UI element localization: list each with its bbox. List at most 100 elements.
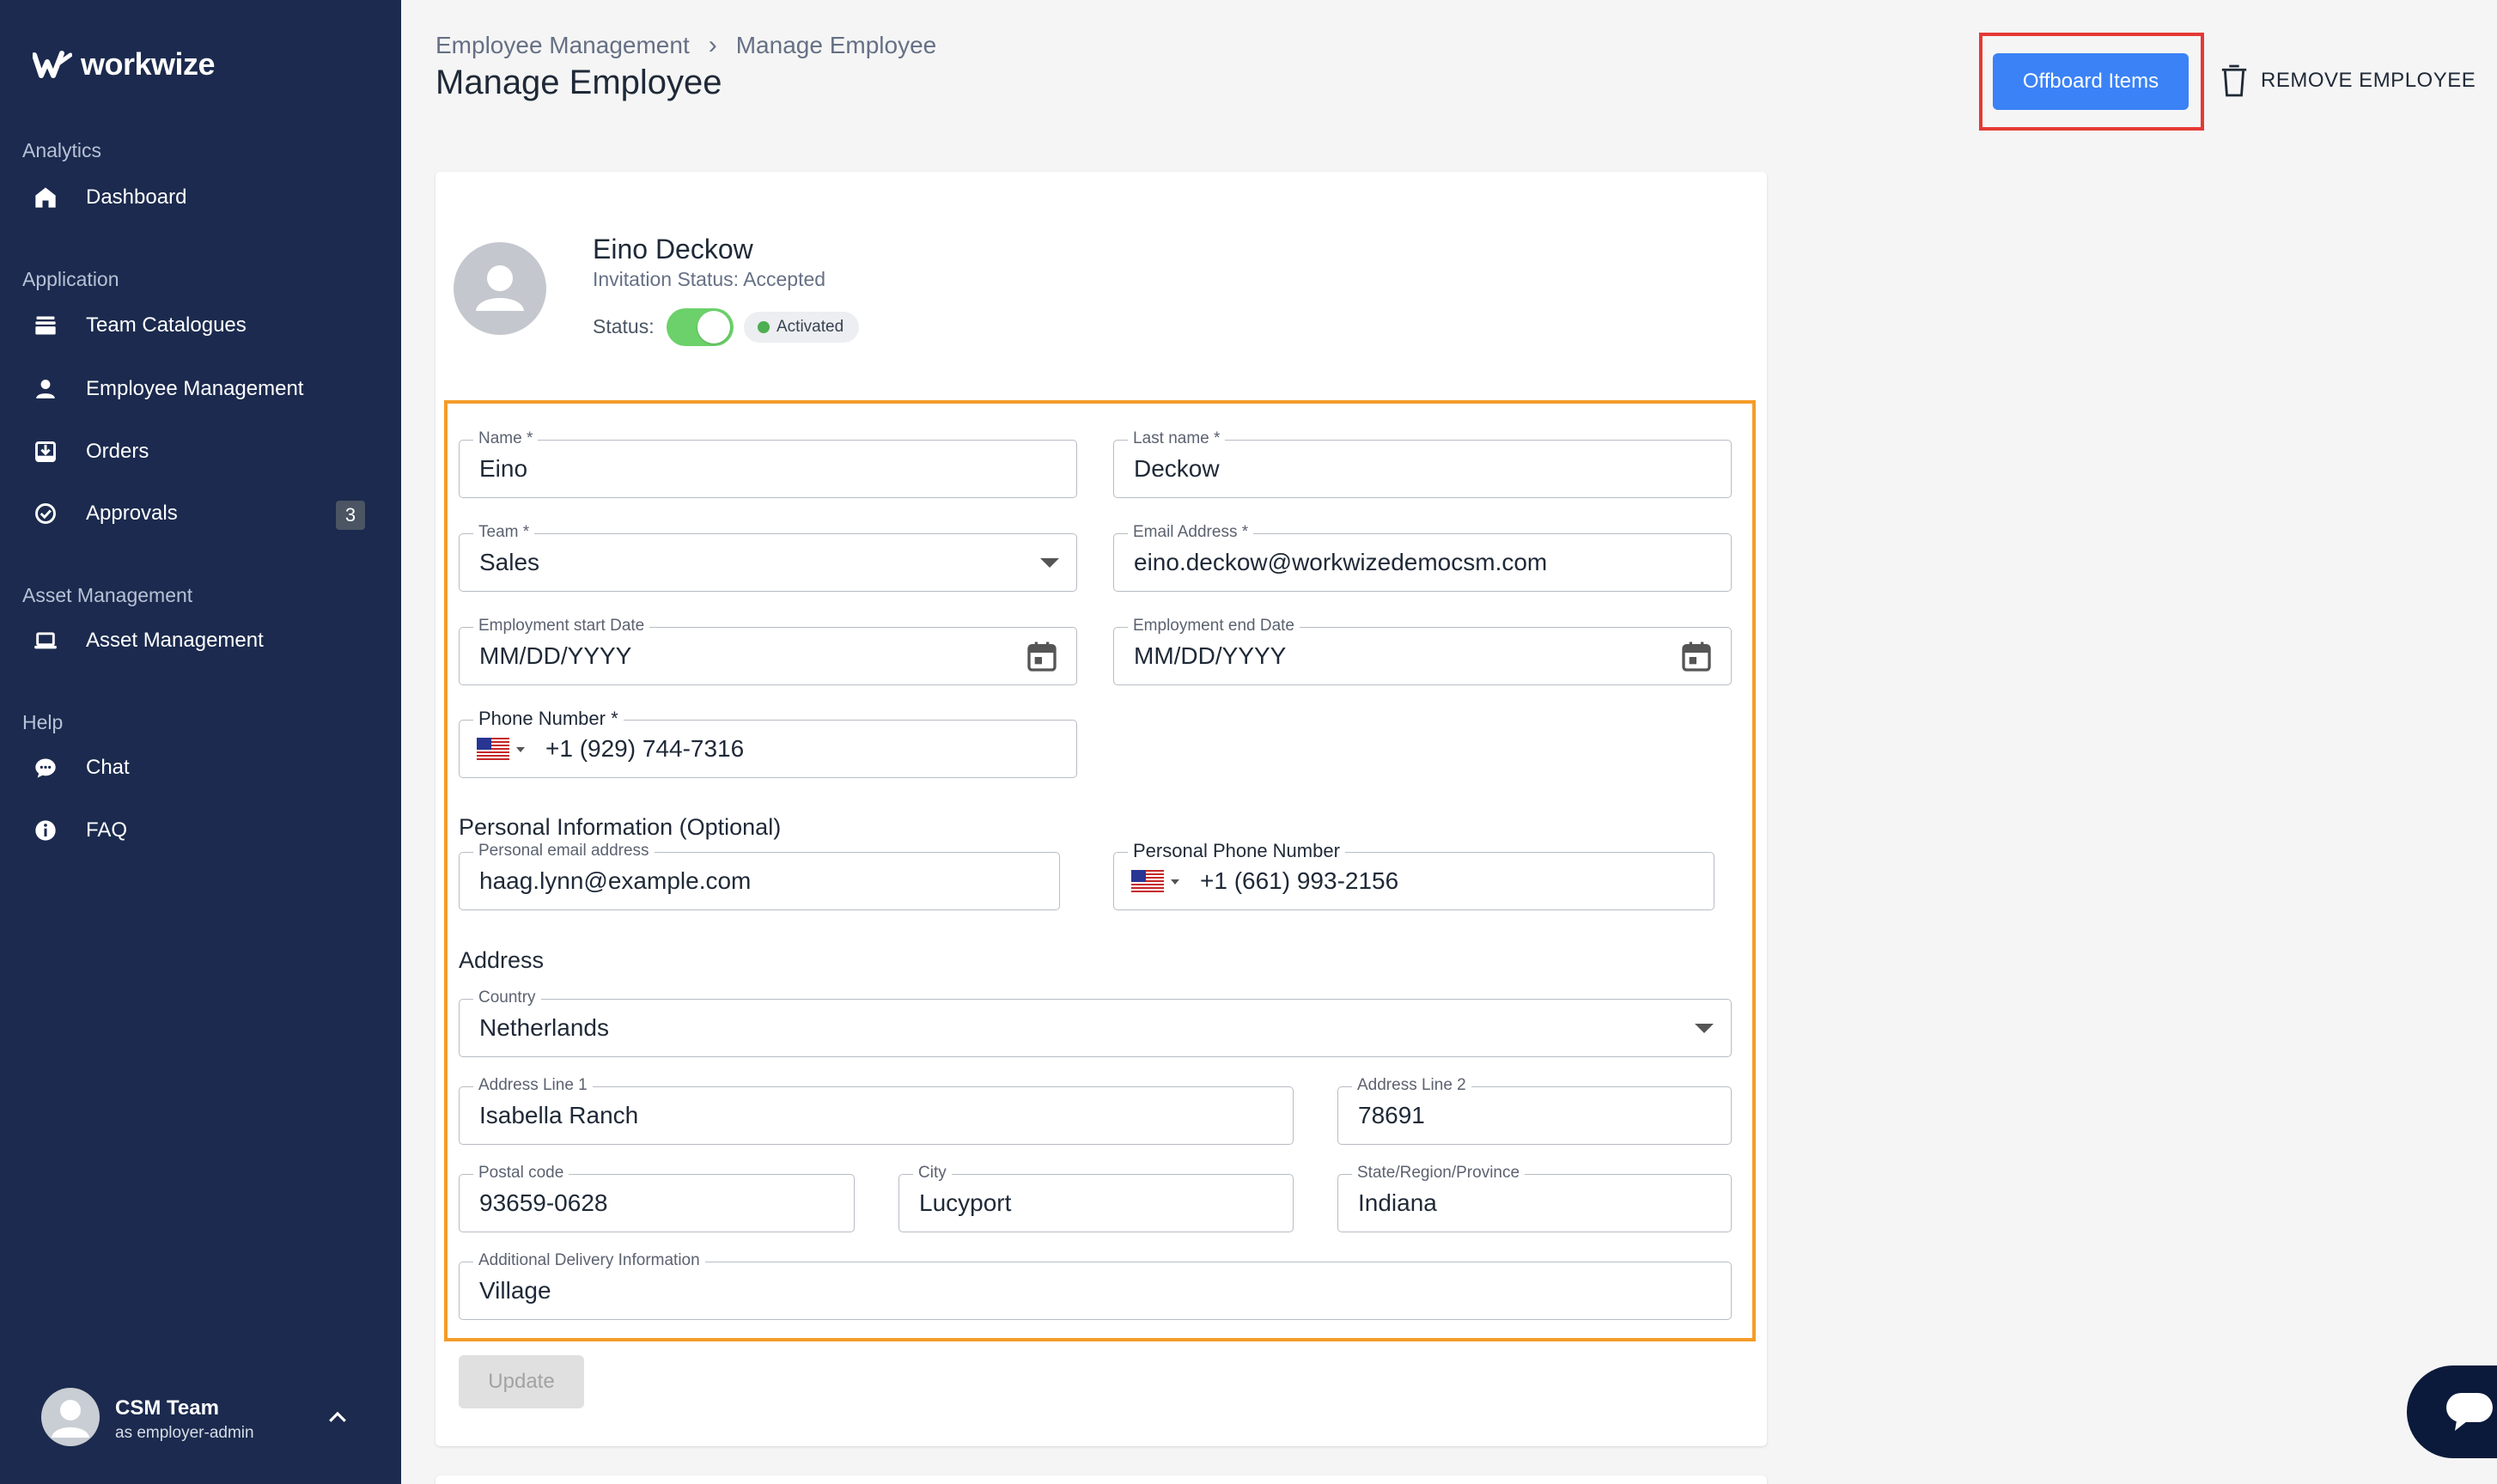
dropdown-caret-icon xyxy=(1695,1024,1714,1033)
city-field[interactable]: City Lucyport xyxy=(898,1164,1294,1232)
breadcrumb-separator-icon: › xyxy=(708,31,717,59)
team-value: Sales xyxy=(479,549,540,575)
sidebar-item-chat[interactable]: Chat xyxy=(33,745,376,790)
email-value: eino.deckow@workwizedemocsm.com xyxy=(1134,549,1548,575)
team-select[interactable]: Team * Sales xyxy=(459,523,1077,592)
sidebar-item-orders[interactable]: Orders xyxy=(33,429,376,474)
email-field[interactable]: Email Address * eino.deckow@workwizedemo… xyxy=(1113,523,1732,592)
personal-email-value: haag.lynn@example.com xyxy=(479,867,752,894)
sidebar-item-label: Team Catalogues xyxy=(86,313,247,337)
country-code-caret-icon[interactable] xyxy=(1171,879,1179,885)
personal-email-field[interactable]: Personal email address haag.lynn@example… xyxy=(459,842,1060,910)
us-flag-icon[interactable] xyxy=(1131,870,1164,892)
info-icon xyxy=(33,818,58,843)
country-code-caret-icon[interactable] xyxy=(516,747,525,752)
avatar xyxy=(41,1388,100,1446)
last-name-field[interactable]: Last name * Deckow xyxy=(1113,429,1732,498)
breadcrumb-item-employee-management[interactable]: Employee Management xyxy=(435,32,690,59)
chat-icon xyxy=(2446,1393,2493,1431)
sidebar-item-dashboard[interactable]: Dashboard xyxy=(33,175,376,220)
employee-name: Eino Deckow xyxy=(593,234,753,265)
laptop-icon xyxy=(33,628,58,654)
status-toggle[interactable] xyxy=(667,308,734,346)
address-line-1-value: Isabella Ranch xyxy=(479,1102,639,1128)
logo-text: workwize xyxy=(81,46,216,82)
approvals-count-badge: 3 xyxy=(336,501,365,530)
postal-code-field[interactable]: Postal code 93659-0628 xyxy=(459,1164,855,1232)
sidebar-item-label: FAQ xyxy=(86,818,128,842)
name-value: Eino xyxy=(479,455,528,482)
user-role: as employer-admin xyxy=(115,1424,254,1442)
download-box-icon xyxy=(33,439,58,465)
employment-end-date-field[interactable]: Employment end Date MM/DD/YYYY xyxy=(1113,617,1732,685)
toggle-knob xyxy=(697,311,730,344)
breadcrumb-item-current: Manage Employee xyxy=(735,32,937,58)
check-circle-icon xyxy=(33,501,58,526)
update-button[interactable]: Update xyxy=(459,1355,584,1408)
invitation-status: Invitation Status: Accepted xyxy=(593,268,826,290)
end-date-placeholder: MM/DD/YYYY xyxy=(1134,642,1287,669)
offboard-items-button[interactable]: Offboard Items xyxy=(1993,53,2189,110)
sidebar-item-approvals[interactable]: Approvals 3 xyxy=(33,491,376,536)
city-value: Lucyport xyxy=(919,1189,1012,1216)
user-menu[interactable]: CSM Team as employer-admin xyxy=(41,1386,376,1448)
sidebar-item-label: Asset Management xyxy=(86,629,264,652)
employee-avatar xyxy=(454,242,546,335)
last-name-value: Deckow xyxy=(1134,455,1220,482)
section-label-help: Help xyxy=(22,711,64,733)
address-line-2-value: 78691 xyxy=(1358,1102,1425,1128)
chat-widget-button[interactable] xyxy=(2407,1365,2497,1458)
phone-number-field[interactable]: Phone Number * +1 (929) 744-7316 xyxy=(459,708,1077,778)
address-line-2-field[interactable]: Address Line 2 78691 xyxy=(1337,1076,1732,1145)
user-name: CSM Team xyxy=(115,1396,219,1420)
remove-employee-button[interactable]: REMOVE EMPLOYEE xyxy=(2220,60,2476,101)
section-label-asset-management: Asset Management xyxy=(22,584,193,606)
sidebar-item-faq[interactable]: FAQ xyxy=(33,808,376,853)
sidebar-item-label: Orders xyxy=(86,440,149,463)
address-heading: Address xyxy=(459,947,545,973)
sidebar-item-label: Dashboard xyxy=(86,186,187,209)
status-badge-label: Activated xyxy=(777,318,844,336)
secondary-card xyxy=(435,1475,1767,1484)
sidebar-item-label: Chat xyxy=(86,756,130,779)
person-icon xyxy=(33,376,58,402)
address-line-1-field[interactable]: Address Line 1 Isabella Ranch xyxy=(459,1076,1294,1145)
phone-value: +1 (929) 744-7316 xyxy=(545,735,745,762)
dropdown-caret-icon xyxy=(1040,558,1059,568)
page-title: Manage Employee xyxy=(435,64,722,101)
sidebar-item-team-catalogues[interactable]: Team Catalogues xyxy=(33,303,376,348)
sidebar: workwize Analytics Dashboard Application… xyxy=(0,0,401,1484)
trash-icon xyxy=(2221,64,2247,97)
personal-info-heading: Personal Information (Optional) xyxy=(459,814,782,840)
calendar-icon[interactable] xyxy=(1025,639,1059,675)
country-value: Netherlands xyxy=(479,1014,609,1041)
calendar-icon[interactable] xyxy=(1679,639,1714,675)
sidebar-item-label: Employee Management xyxy=(86,377,304,400)
chat-bubble-icon xyxy=(33,755,58,781)
sidebar-item-employee-management[interactable]: Employee Management xyxy=(33,367,376,411)
status-label: Status: xyxy=(593,315,655,338)
section-label-analytics: Analytics xyxy=(22,139,102,161)
start-date-placeholder: MM/DD/YYYY xyxy=(479,642,632,669)
status-dot-icon xyxy=(758,321,770,333)
state-value: Indiana xyxy=(1358,1189,1437,1216)
name-field[interactable]: Name * Eino xyxy=(459,429,1077,498)
chevron-up-icon[interactable] xyxy=(325,1405,350,1431)
personal-phone-value: +1 (661) 993-2156 xyxy=(1200,867,1399,894)
us-flag-icon[interactable] xyxy=(477,738,509,760)
additional-delivery-info-field[interactable]: Additional Delivery Information Village xyxy=(459,1251,1732,1320)
personal-phone-field[interactable]: Personal Phone Number +1 (661) 993-2156 xyxy=(1113,840,1714,910)
stack-icon xyxy=(33,313,58,338)
postal-code-value: 93659-0628 xyxy=(479,1189,608,1216)
country-select[interactable]: Country Netherlands xyxy=(459,988,1732,1057)
delivery-info-value: Village xyxy=(479,1277,551,1304)
state-field[interactable]: State/Region/Province Indiana xyxy=(1337,1164,1732,1232)
section-label-application: Application xyxy=(22,268,119,290)
sidebar-item-asset-management[interactable]: Asset Management xyxy=(33,618,376,663)
status-badge: Activated xyxy=(744,312,860,343)
logo-icon xyxy=(33,51,72,78)
remove-employee-label: REMOVE EMPLOYEE xyxy=(2261,69,2476,92)
workwize-logo[interactable]: workwize xyxy=(33,46,216,82)
sidebar-item-label: Approvals xyxy=(86,502,178,525)
employment-start-date-field[interactable]: Employment start Date MM/DD/YYYY xyxy=(459,617,1077,685)
